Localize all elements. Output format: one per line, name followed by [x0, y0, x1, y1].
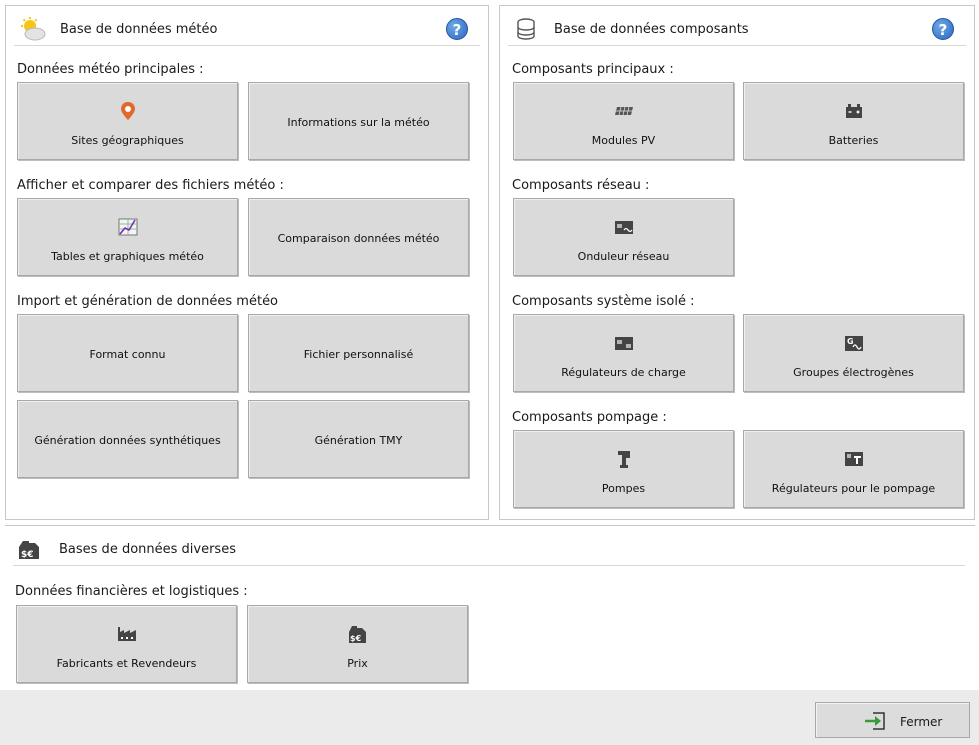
components-database-panel: Base de données composants ? Composants …	[499, 5, 975, 520]
sun-cloud-icon	[21, 17, 46, 41]
database-icon	[517, 18, 535, 40]
components-help-icon[interactable]: ?	[932, 18, 954, 40]
misc-panel-title: Bases de données diverses	[59, 542, 236, 557]
known-format-label: Format connu	[89, 348, 166, 361]
generators-button[interactable]: G Groupes électrogènes	[743, 314, 964, 392]
meteo-info-button[interactable]: Informations sur la météo	[248, 82, 469, 160]
known-format-button[interactable]: Format connu	[17, 314, 238, 392]
synthetic-data-button[interactable]: Génération données synthétiques	[17, 400, 238, 478]
factory-icon	[117, 627, 136, 641]
batteries-label: Batteries	[828, 134, 879, 147]
pump-regulators-label: Régulateurs pour le pompage	[771, 482, 936, 495]
misc-finance-section-label: Données financières et logistiques :	[15, 584, 248, 599]
prices-button[interactable]: $€ Prix	[247, 605, 468, 683]
generator-icon: G	[844, 336, 863, 351]
solar-panel-icon	[614, 106, 633, 116]
meteo-import-section-label: Import et génération de données météo	[17, 294, 279, 309]
meteo-info-label: Informations sur la météo	[287, 116, 430, 129]
manufacturers-button[interactable]: Fabricants et Revendeurs	[16, 605, 237, 683]
geographic-sites-label: Sites géographiques	[71, 134, 184, 147]
inverter-icon	[614, 221, 633, 234]
charge-regulators-label: Régulateurs de charge	[561, 366, 686, 379]
components-panel-title: Base de données composants	[554, 22, 749, 37]
meteo-panel-header: Base de données météo ?	[14, 12, 480, 46]
synthetic-data-label: Génération données synthétiques	[34, 434, 221, 447]
meteo-compare-label: Comparaison données météo	[277, 232, 440, 245]
pv-modules-label: Modules PV	[591, 134, 656, 147]
custom-file-label: Fichier personnalisé	[303, 348, 414, 361]
svg-text:$€: $€	[350, 634, 362, 643]
geographic-sites-button[interactable]: Sites géographiques	[17, 82, 238, 160]
charge-regulators-button[interactable]: Régulateurs de charge	[513, 314, 734, 392]
manufacturers-label: Fabricants et Revendeurs	[56, 657, 197, 670]
meteo-database-panel: Base de données météo ? Données météo pr…	[5, 5, 489, 520]
pump-icon	[617, 451, 630, 468]
tmy-generation-label: Génération TMY	[314, 434, 403, 447]
prices-label: Prix	[347, 657, 368, 670]
meteo-tables-charts-label: Tables et graphiques météo	[51, 250, 204, 263]
footer-bar: Fermer	[0, 690, 979, 745]
chart-table-icon	[118, 218, 137, 236]
meteo-compare-button[interactable]: Comparaison données météo	[248, 198, 469, 276]
meteo-main-section-label: Données météo principales :	[17, 62, 204, 77]
components-main-section-label: Composants principaux :	[512, 62, 674, 77]
meteo-panel-title: Base de données météo	[60, 22, 218, 37]
components-grid-section-label: Composants réseau :	[512, 178, 650, 193]
batteries-button[interactable]: Batteries	[743, 82, 964, 160]
meteo-display-section-label: Afficher et comparer des fichiers météo …	[17, 178, 284, 193]
meteo-tables-charts-button[interactable]: Tables et graphiques météo	[17, 198, 238, 276]
meteo-help-icon[interactable]: ?	[446, 18, 468, 40]
generators-label: Groupes électrogènes	[793, 366, 914, 379]
battery-icon	[845, 104, 862, 118]
svg-text:G: G	[847, 337, 854, 346]
close-button-label: Fermer	[900, 715, 943, 729]
components-pumping-section-label: Composants pompage :	[512, 410, 667, 425]
exit-icon	[865, 712, 885, 730]
tmy-generation-button[interactable]: Génération TMY	[248, 400, 469, 478]
charge-regulator-icon	[614, 337, 633, 350]
pumps-button[interactable]: Pompes	[513, 430, 734, 508]
grid-inverter-label: Onduleur réseau	[577, 250, 670, 263]
grid-inverter-button[interactable]: Onduleur réseau	[513, 198, 734, 276]
close-button[interactable]: Fermer	[815, 702, 970, 738]
map-pin-icon	[120, 102, 135, 120]
price-tag-icon: $€	[348, 626, 366, 643]
misc-database-panel: $€ Bases de données diverses Données fin…	[5, 525, 975, 687]
svg-text:$€: $€	[21, 550, 34, 560]
components-standalone-section-label: Composants système isolé :	[512, 294, 695, 309]
misc-panel-header: $€ Bases de données diverses	[13, 532, 965, 566]
price-tag-icon: $€	[19, 541, 39, 560]
pump-regulator-icon	[844, 452, 863, 466]
components-panel-header: Base de données composants ?	[508, 12, 966, 46]
pumps-label: Pompes	[601, 482, 646, 495]
custom-file-button[interactable]: Fichier personnalisé	[248, 314, 469, 392]
pv-modules-button[interactable]: Modules PV	[513, 82, 734, 160]
pump-regulators-button[interactable]: Régulateurs pour le pompage	[743, 430, 964, 508]
